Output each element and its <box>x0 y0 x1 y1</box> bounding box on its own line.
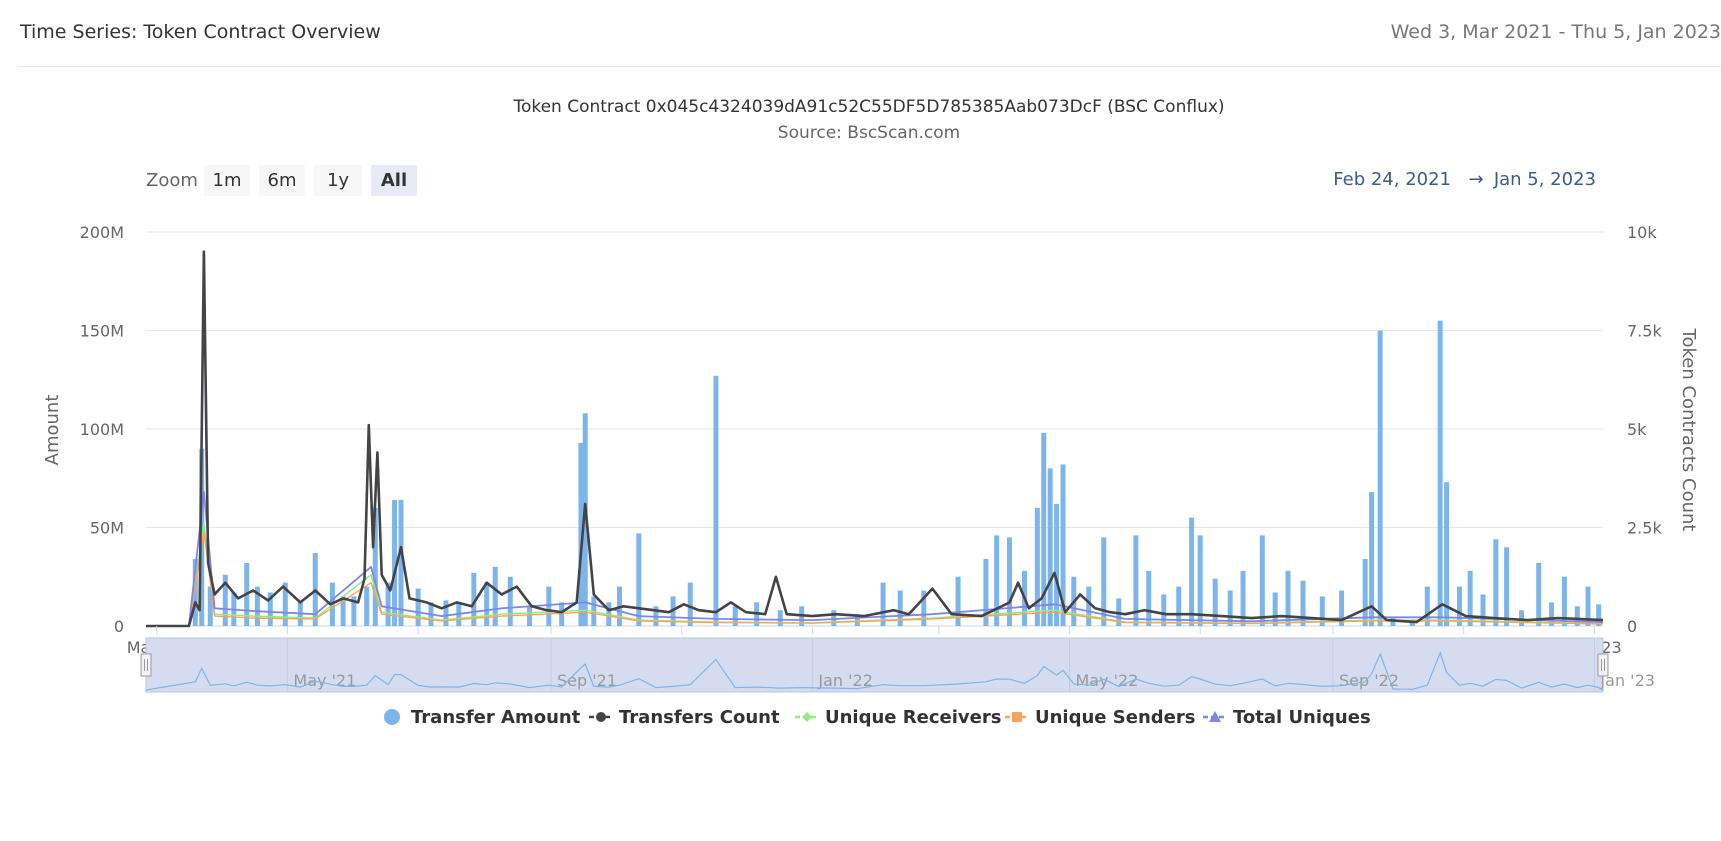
legend-label[interactable]: Unique Receivers <box>825 707 1001 728</box>
left-tick-label: 0 <box>114 617 124 636</box>
transfer-amount-bar <box>1519 610 1525 626</box>
navigator-tick-label: May '21 <box>293 671 356 690</box>
zoom-button-all[interactable]: All <box>371 165 417 196</box>
range-from[interactable]: Feb 24, 2021 <box>1333 169 1451 190</box>
left-tick-label: 200M <box>80 223 124 242</box>
transfer-amount-bar <box>1377 330 1383 626</box>
legend-item-unique-receivers[interactable]: Unique Receivers <box>795 707 1001 728</box>
legend-symbol <box>596 712 606 722</box>
transfer-amount-bars <box>192 320 1602 626</box>
right-tick-label: 0 <box>1627 617 1637 636</box>
navigator-handle-left[interactable] <box>140 653 152 677</box>
right-tick-label: 10k <box>1627 223 1657 242</box>
transfer-amount-bar <box>1504 547 1510 626</box>
series-line-transfers-count <box>146 250 1604 628</box>
transfer-amount-bar <box>1101 537 1107 626</box>
right-tick-label: 5k <box>1627 420 1647 439</box>
transfer-amount-bar <box>713 375 719 626</box>
right-tick-label: 2.5k <box>1627 519 1662 538</box>
left-axis-ticks: 0 50M 100M 150M 200M <box>80 223 124 636</box>
transfer-amount-bar <box>1054 503 1060 626</box>
zoom-button-6m[interactable]: 6m <box>259 165 305 196</box>
time-series-chart: Token Contract 0x045c4324039dA91c52C55DF… <box>42 97 1699 728</box>
header-date-range: Wed 3, Mar 2021 - Thu 5, Jan 2023 <box>1390 21 1721 43</box>
transfer-amount-bar <box>1161 594 1167 626</box>
zoom-button-1y[interactable]: 1y <box>314 165 362 196</box>
left-tick-label: 50M <box>90 519 124 538</box>
transfer-amount-bar <box>364 586 370 626</box>
range-to[interactable]: Jan 5, 2023 <box>1493 169 1596 190</box>
chart-legend: Transfer Amount Transfers Count Unique Rec… <box>384 707 1371 728</box>
transfer-amount-bar <box>1362 559 1368 626</box>
transfer-amount-bar <box>443 600 449 626</box>
zoom-button-1m[interactable]: 1m <box>204 165 250 196</box>
page-header: Time Series: Token Contract Overview Wed… <box>0 0 1721 67</box>
left-tick-label: 100M <box>80 420 124 439</box>
legend-item-transfers-count[interactable]: Transfers Count <box>589 707 780 728</box>
legend-item-unique-senders[interactable]: Unique Senders <box>1005 707 1195 728</box>
legend-item-transfer-amount[interactable]: Transfer Amount <box>384 707 581 728</box>
transfer-amount-bar <box>1086 586 1092 626</box>
transfer-amount-bar <box>1197 535 1203 626</box>
transfer-amount-bar <box>994 535 1000 626</box>
range-arrow: → <box>1468 169 1483 190</box>
handle-body[interactable] <box>140 653 152 677</box>
chart-subtitle: Source: BscScan.com <box>778 123 960 143</box>
left-tick-label: 150M <box>80 322 124 341</box>
legend-item-total-uniques[interactable]: Total Uniques <box>1203 707 1371 728</box>
transfer-amount-bar <box>1034 507 1040 626</box>
zoom-button-label[interactable]: 1y <box>327 170 349 191</box>
transfer-amount-bar <box>1212 578 1218 626</box>
transfer-amount-bar <box>559 602 565 626</box>
transfer-amount-bar <box>1493 539 1499 626</box>
legend-symbol <box>384 709 400 725</box>
legend-symbol <box>1012 712 1022 722</box>
transfer-amount-bar <box>1437 320 1443 626</box>
legend-label[interactable]: Unique Senders <box>1035 707 1195 728</box>
page-title: Time Series: Token Contract Overview <box>20 21 381 43</box>
zoom-button-label[interactable]: All <box>381 170 407 191</box>
transfer-amount-bar <box>546 586 552 626</box>
legend-symbol <box>802 712 812 722</box>
chart-title: Token Contract 0x045c4324039dA91c52C55DF… <box>512 97 1224 117</box>
series-lines <box>146 250 1604 628</box>
right-tick-label: 7.5k <box>1627 322 1662 341</box>
transfer-amount-bar <box>636 533 642 626</box>
right-axis-ticks: 0 2.5k 5k 7.5k 10k <box>1627 223 1662 636</box>
zoom-button-label[interactable]: 1m <box>213 170 242 191</box>
transfer-amount-bar <box>1536 562 1542 626</box>
transfer-amount-bar <box>415 588 421 626</box>
transfer-amount-bar <box>507 576 513 626</box>
zoom-controls: Zoom 1m 6m 1y All <box>146 165 417 196</box>
transfer-amount-bar <box>1189 517 1195 626</box>
handle-body[interactable] <box>1597 653 1609 677</box>
legend-label[interactable]: Transfer Amount <box>411 707 581 728</box>
transfer-amount-bar <box>1047 468 1053 626</box>
transfer-amount-bar <box>1259 535 1265 626</box>
transfer-amount-bar <box>687 582 693 626</box>
transfer-amount-bar <box>955 576 961 626</box>
range-navigator[interactable]: May '21 Sep '21 Jan '22 May '22 Sep '22 Jan '… <box>140 637 1655 693</box>
transfer-amount-bar <box>527 606 533 626</box>
legend-label[interactable]: Total Uniques <box>1233 707 1371 728</box>
right-axis-title: Token Contracts Count <box>1678 328 1699 532</box>
zoom-button-label[interactable]: 6m <box>268 170 297 191</box>
zoom-label: Zoom <box>146 170 198 191</box>
left-axis-title: Amount <box>42 395 63 466</box>
legend-label[interactable]: Transfers Count <box>619 707 780 728</box>
range-display: Feb 24, 2021 → Jan 5, 2023 <box>1333 169 1596 190</box>
transfer-amount-bar <box>484 582 490 626</box>
transfer-amount-bar <box>1146 570 1152 626</box>
navigator-handle-right[interactable] <box>1597 653 1609 677</box>
